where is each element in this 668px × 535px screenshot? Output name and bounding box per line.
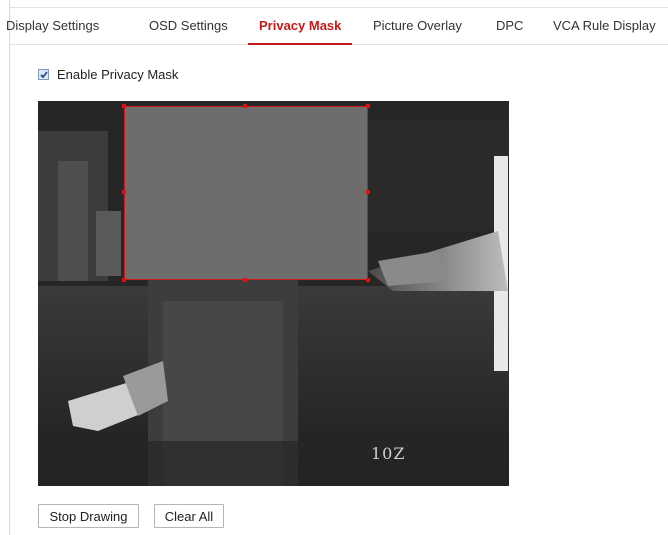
mask-handle-bottom[interactable] xyxy=(243,278,247,282)
mask-handle-top-left[interactable] xyxy=(122,104,126,108)
osd-overlay-text: 10Z xyxy=(371,444,406,463)
mask-handle-bottom-right[interactable] xyxy=(366,278,370,282)
checkmark-icon xyxy=(39,69,48,79)
mask-handle-bottom-left[interactable] xyxy=(122,278,126,282)
enable-privacy-mask-checkbox[interactable] xyxy=(38,68,49,80)
tab-osd-settings[interactable]: OSD Settings xyxy=(149,8,228,44)
tab-vca-rule-display[interactable]: VCA Rule Display xyxy=(553,8,656,44)
left-divider xyxy=(9,0,10,535)
settings-tab-bar: Display Settings OSD Settings Privacy Ma… xyxy=(6,7,668,45)
stop-drawing-button[interactable]: Stop Drawing xyxy=(38,504,139,528)
tab-dpc[interactable]: DPC xyxy=(496,8,523,44)
clear-all-button[interactable]: Clear All xyxy=(154,504,224,528)
enable-privacy-mask-row: Enable Privacy Mask xyxy=(38,66,178,82)
tab-privacy-mask[interactable]: Privacy Mask xyxy=(247,8,353,45)
tab-display-settings[interactable]: Display Settings xyxy=(6,8,99,44)
mask-handle-left[interactable] xyxy=(122,190,126,194)
mask-handle-right[interactable] xyxy=(366,190,370,194)
live-video-view[interactable]: 10Z xyxy=(38,101,509,486)
privacy-mask-region[interactable] xyxy=(122,104,370,282)
tab-picture-overlay[interactable]: Picture Overlay xyxy=(373,8,462,44)
mask-handle-top-right[interactable] xyxy=(366,104,370,108)
mask-handle-top[interactable] xyxy=(243,104,247,108)
enable-privacy-mask-label: Enable Privacy Mask xyxy=(57,66,179,82)
